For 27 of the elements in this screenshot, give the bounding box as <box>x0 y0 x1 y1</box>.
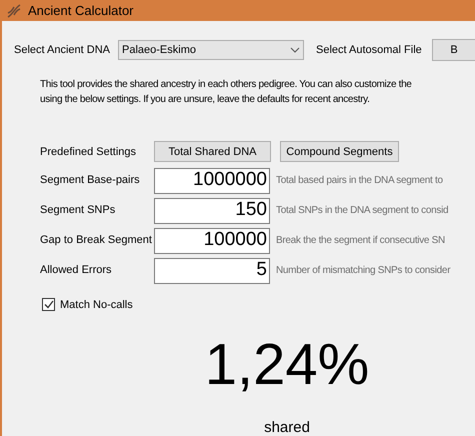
field-label: Allowed Errors <box>40 263 113 278</box>
number-input[interactable]: 5 <box>154 258 270 284</box>
preset-button[interactable]: Total Shared DNA <box>154 141 271 162</box>
field-label: Predefined Settings <box>40 144 138 160</box>
preset-button[interactable]: Compound Segments <box>280 141 399 162</box>
result-caption: shared <box>264 419 310 436</box>
hint-text: Total based pairs in the DNA segment to <box>276 174 443 188</box>
dna-icon <box>6 2 22 19</box>
field-label: Select Autosomal File <box>316 43 423 58</box>
description-text: This tool provides the shared ancestry in each others pedigree. You can also customize the using the below settings. If you are unsure, leave the defaults for recent ancestry. <box>40 78 413 108</box>
checkbox[interactable] <box>42 298 55 312</box>
hint-text: Total SNPs in the DNA segment to consid <box>276 204 448 218</box>
dropdown[interactable]: Palaeo-Eskimo <box>118 40 304 60</box>
field-label: Select Ancient DNA <box>14 43 111 58</box>
result-value: 1,24% <box>204 333 370 397</box>
browse-button[interactable]: B <box>432 39 475 62</box>
hint-text: Break the the segment if consecutive SN <box>276 234 445 248</box>
window-title: Ancient Calculator <box>28 2 134 20</box>
field-label: Gap to Break Segment <box>40 233 153 248</box>
chevron-down-icon <box>290 47 300 54</box>
checkbox-label: Match No-calls <box>60 298 133 312</box>
field-label: Segment SNPs <box>40 203 116 218</box>
hint-text: Number of mismatching SNPs to consider <box>276 264 450 278</box>
number-input[interactable]: 150 <box>154 198 270 224</box>
number-input[interactable]: 1000000 <box>154 168 270 194</box>
field-label: Segment Base-pairs <box>40 173 141 188</box>
number-input[interactable]: 100000 <box>154 228 270 254</box>
